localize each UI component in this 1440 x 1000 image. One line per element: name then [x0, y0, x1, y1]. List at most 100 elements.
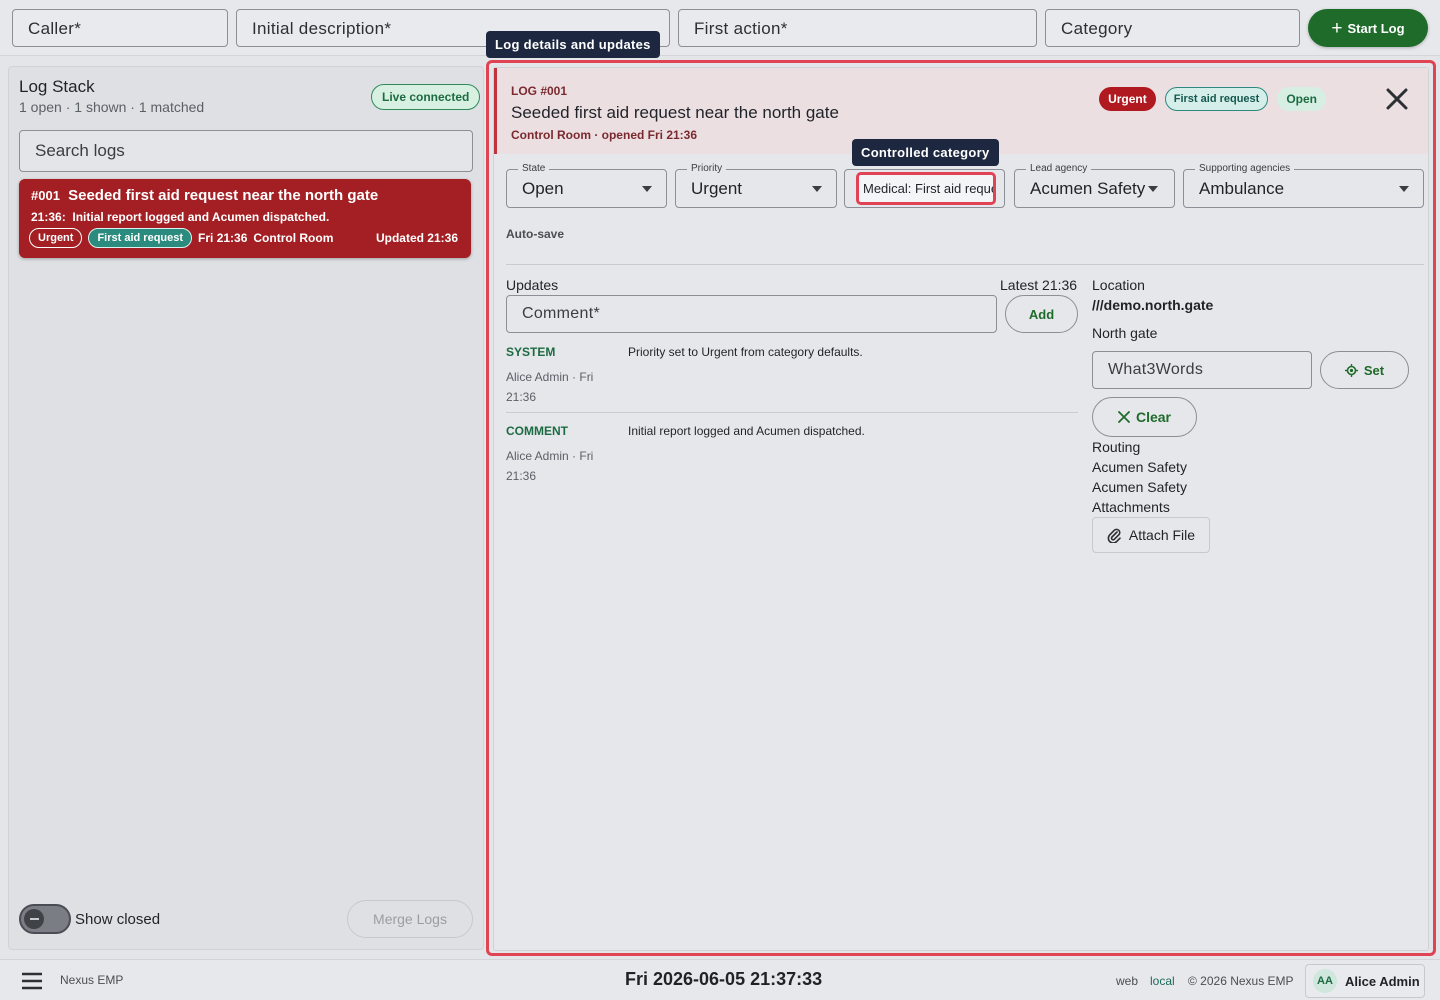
what3words-input[interactable]: What3Words: [1092, 351, 1312, 389]
top-bar: Caller* Initial description* First actio…: [0, 0, 1440, 56]
log-card-updated: Updated 21:36: [375, 231, 458, 245]
divider: [506, 264, 1424, 265]
log-id: LOG #001: [511, 84, 568, 98]
set-label: Set: [1363, 362, 1385, 378]
start-log-label: Start Log: [1347, 20, 1405, 36]
entry-author: Alice Admin · Fri 21:36: [506, 370, 594, 404]
state-badge: Open: [1277, 87, 1326, 111]
state-label: State: [518, 163, 550, 174]
close-icon: [1118, 411, 1130, 423]
routing-item: Acumen Safety: [1092, 459, 1187, 475]
latest-update-time: Latest 21:36: [1000, 277, 1078, 293]
entry-divider: [506, 412, 1078, 413]
search-logs-input[interactable]: Search logs: [19, 130, 473, 172]
avatar: AA: [1313, 969, 1337, 993]
chevron-down-icon: [642, 186, 652, 192]
log-detail-panel: LOG #001 Seeded first aid request near t…: [486, 60, 1436, 956]
close-icon[interactable]: [1384, 86, 1410, 112]
log-card-opened: Fri 21:36: [198, 231, 248, 245]
log-card-description: 21:36: Initial report logged and Acumen …: [31, 210, 329, 224]
category-badge: First aid request: [1164, 87, 1269, 111]
supporting-agencies-select[interactable]: Supporting agencies Ambulance: [1183, 163, 1424, 208]
attachments-label: Attachments: [1092, 499, 1170, 515]
attach-file-label: Attach File: [1128, 527, 1196, 543]
category-chip: First aid request: [88, 228, 193, 248]
location-w3w: ///demo.north.gate: [1092, 297, 1214, 313]
log-title: Seeded first aid request near the north …: [511, 103, 839, 122]
priority-select[interactable]: Priority Urgent: [675, 163, 837, 208]
chevron-down-icon: [1399, 186, 1409, 192]
comment-input[interactable]: Comment*: [506, 295, 997, 333]
footer: Nexus EMP Fri 2026-06-05 21:37:33 web lo…: [0, 959, 1440, 1000]
log-card-number: #001: [31, 188, 60, 203]
location-label: Location: [1092, 277, 1145, 293]
brand-name: Nexus EMP: [60, 973, 124, 987]
entry-message: Initial report logged and Acumen dispatc…: [628, 424, 865, 438]
attach-file-button[interactable]: Attach File: [1092, 517, 1210, 553]
supporting-agencies-value: Ambulance: [1199, 179, 1285, 198]
live-connected-badge: Live connected: [371, 84, 481, 110]
log-details-tooltip: Log details and updates: [486, 31, 660, 58]
plus-icon: +: [1331, 17, 1343, 39]
lead-agency-value: Acumen Safety: [1030, 179, 1146, 198]
controlled-category-tooltip: Controlled category: [852, 139, 999, 166]
supporting-agencies-label: Supporting agencies: [1195, 163, 1295, 174]
routing-label: Routing: [1092, 439, 1141, 455]
priority-label: Priority: [687, 163, 727, 174]
update-entry: COMMENT Alice Admin · Fri 21:36 Initial …: [506, 424, 1078, 484]
start-log-button[interactable]: + Start Log: [1308, 9, 1428, 47]
log-card-source: Control Room: [253, 231, 334, 245]
log-badges: Urgent First aid request Open: [1099, 87, 1326, 111]
log-meta: Control Room · opened Fri 21:36: [511, 128, 698, 142]
controlled-category-input[interactable]: Medical: First aid request: [856, 172, 996, 205]
log-card-title: Seeded first aid request near the north …: [68, 187, 379, 204]
user-name: Alice Admin: [1345, 973, 1420, 989]
env-local: local: [1150, 974, 1175, 988]
clear-label: Clear: [1135, 409, 1172, 425]
log-card-meta: Urgent First aid request Fri 21:36 Contr…: [29, 228, 333, 248]
update-entry: SYSTEM Alice Admin · Fri 21:36 Priority …: [506, 345, 1078, 405]
log-stack-summary: 1 open · 1 shown · 1 matched: [19, 99, 205, 115]
user-menu[interactable]: AA Alice Admin: [1305, 964, 1425, 998]
lead-agency-label: Lead agency: [1026, 163, 1092, 174]
entry-message: Priority set to Urgent from category def…: [628, 345, 863, 359]
log-stack-title: Log Stack: [19, 77, 95, 96]
priority-chip: Urgent: [29, 228, 83, 248]
category-input[interactable]: Category: [1045, 9, 1300, 47]
priority-value: Urgent: [691, 179, 743, 198]
log-card-title-row: #001 Seeded first aid request near the n…: [31, 187, 378, 204]
routing-item: Acumen Safety: [1092, 479, 1187, 495]
copyright: © 2026 Nexus EMP: [1188, 974, 1294, 988]
location-name: North gate: [1092, 325, 1158, 341]
crosshair-icon: [1344, 363, 1358, 377]
updates-label: Updates: [506, 277, 559, 293]
log-stack-panel: Log Stack 1 open · 1 shown · 1 matched L…: [8, 66, 484, 950]
show-closed-label: Show closed: [75, 911, 161, 928]
entry-type: SYSTEM: [506, 345, 556, 359]
priority-badge: Urgent: [1099, 87, 1156, 111]
entry-type: COMMENT: [506, 424, 568, 438]
menu-icon[interactable]: [22, 972, 42, 990]
caller-input[interactable]: Caller*: [12, 9, 228, 47]
clear-location-button[interactable]: Clear: [1092, 397, 1197, 437]
log-card-desc-text: Initial report logged and Acumen dispatc…: [72, 210, 330, 224]
log-card[interactable]: #001 Seeded first aid request near the n…: [19, 179, 471, 258]
show-closed-toggle[interactable]: [19, 904, 71, 934]
clock: Fri 2026-06-05 21:37:33: [625, 969, 823, 989]
paperclip-icon: [1107, 528, 1121, 543]
first-action-input[interactable]: First action*: [678, 9, 1037, 47]
state-select[interactable]: State Open: [506, 163, 667, 208]
state-value: Open: [522, 179, 564, 198]
env-web: web: [1116, 974, 1139, 988]
set-location-button[interactable]: Set: [1320, 351, 1409, 389]
chevron-down-icon: [1148, 186, 1158, 192]
lead-agency-select[interactable]: Lead agency Acumen Safety: [1014, 163, 1175, 208]
chevron-down-icon: [812, 186, 822, 192]
add-comment-button[interactable]: Add: [1005, 295, 1078, 333]
autosave-label: Auto-save: [506, 227, 565, 241]
entry-author: Alice Admin · Fri 21:36: [506, 449, 594, 483]
log-card-time: 21:36:: [31, 210, 66, 224]
toggle-knob: [24, 909, 44, 929]
merge-logs-button[interactable]: Merge Logs: [347, 900, 473, 938]
log-detail-body: LOG #001 Seeded first aid request near t…: [493, 67, 1429, 951]
